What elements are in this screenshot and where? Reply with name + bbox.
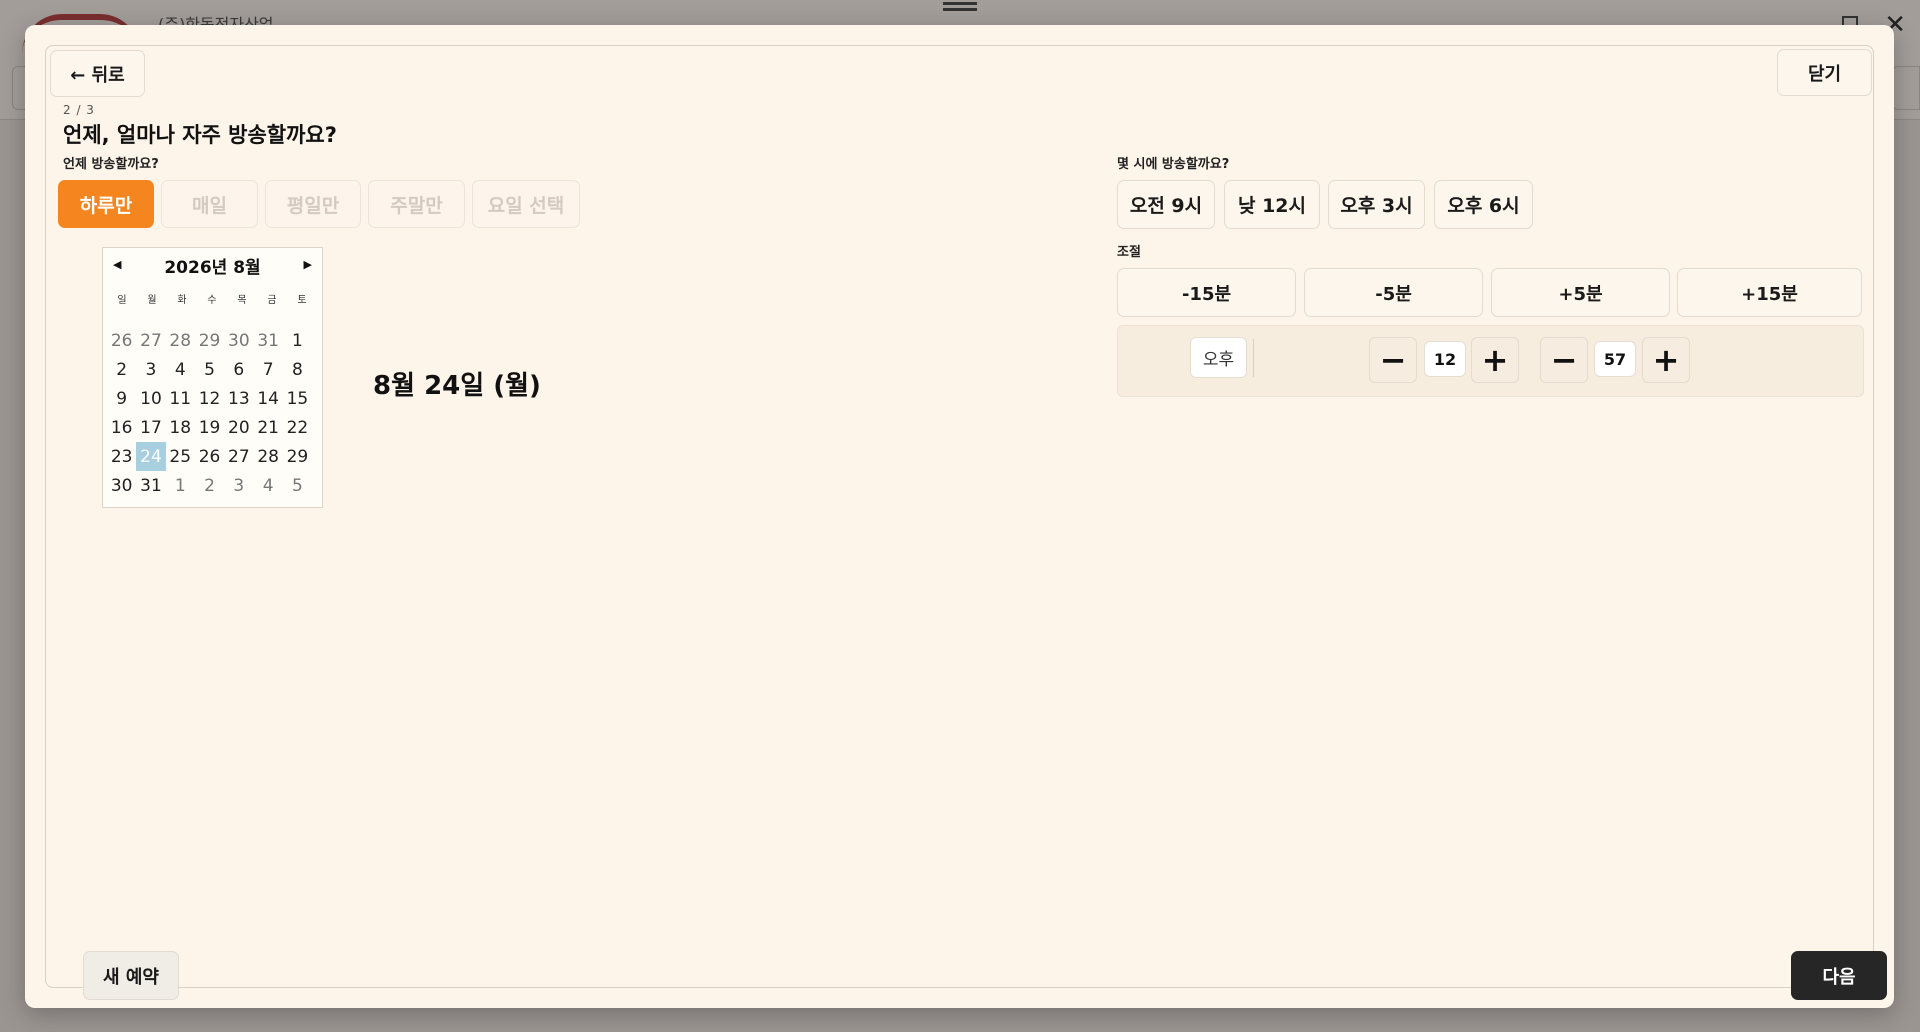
- hour-increment-button[interactable]: +: [1471, 337, 1519, 383]
- calendar-day-other-month[interactable]: 27: [136, 326, 165, 355]
- calendar-day[interactable]: 7: [253, 355, 282, 384]
- hour-field[interactable]: 12: [1424, 341, 1466, 377]
- calendar-day-other-month[interactable]: 3: [224, 471, 253, 500]
- ampm-toggle[interactable]: 오후: [1190, 337, 1247, 378]
- weekday-label: 토: [297, 295, 307, 306]
- calendar-day[interactable]: 14: [253, 384, 282, 413]
- back-button[interactable]: ← 뒤로: [50, 50, 145, 97]
- calendar-day[interactable]: 15: [283, 384, 312, 413]
- calendar-day[interactable]: 11: [166, 384, 195, 413]
- page-title: 언제, 얼마나 자주 방송할까요?: [63, 123, 337, 147]
- calendar-day[interactable]: 19: [195, 413, 224, 442]
- minute-decrement-button[interactable]: −: [1540, 337, 1588, 383]
- close-button[interactable]: 닫기: [1777, 49, 1872, 96]
- calendar-day[interactable]: 6: [224, 355, 253, 384]
- calendar-day[interactable]: 23: [107, 442, 136, 471]
- calendar-day[interactable]: 1: [283, 326, 312, 355]
- weekday-label: 금: [267, 295, 277, 306]
- calendar-day-other-month[interactable]: 29: [195, 326, 224, 355]
- date-calendar: ◀ 2026년 8월 ▶ 일월화수목금토 26 27 28 29 30 31 1 2 3 4 5 6 7…: [102, 247, 323, 508]
- adjust-label: 조절: [1117, 245, 1141, 260]
- hour-decrement-button[interactable]: −: [1369, 337, 1417, 383]
- calendar-day[interactable]: 12: [195, 384, 224, 413]
- calendar-day-other-month[interactable]: 30: [224, 326, 253, 355]
- calendar-day[interactable]: 18: [166, 413, 195, 442]
- toolbar-right-button: [1892, 66, 1920, 110]
- calendar-day-other-month[interactable]: 2: [195, 471, 224, 500]
- calendar-day[interactable]: 8: [283, 355, 312, 384]
- calendar-day[interactable]: 22: [283, 413, 312, 442]
- calendar-day[interactable]: 29: [283, 442, 312, 471]
- time-divider: [1253, 339, 1254, 377]
- calendar-day-other-month[interactable]: 26: [107, 326, 136, 355]
- calendar-day[interactable]: 17: [136, 413, 165, 442]
- calendar-day[interactable]: 4: [166, 355, 195, 384]
- adjust-minus-15-button[interactable]: -15분: [1117, 268, 1296, 317]
- adjust-plus-15-button[interactable]: +15분: [1677, 268, 1862, 317]
- calendar-day[interactable]: 20: [224, 413, 253, 442]
- calendar-day[interactable]: 5: [195, 355, 224, 384]
- frequency-weekdays-button[interactable]: 평일만: [265, 180, 361, 228]
- minute-field[interactable]: 57: [1594, 341, 1636, 377]
- step-indicator: 2 / 3: [63, 103, 95, 117]
- selected-date: 8월 24일 (월): [373, 371, 541, 401]
- calendar-day[interactable]: 2: [107, 355, 136, 384]
- calendar-day[interactable]: 3: [136, 355, 165, 384]
- calendar-day[interactable]: 9: [107, 384, 136, 413]
- frequency-weekends-button[interactable]: 주말만: [368, 180, 465, 228]
- frequency-custom-days-button[interactable]: 요일 선택: [472, 180, 580, 228]
- calendar-day-other-month[interactable]: 5: [283, 471, 312, 500]
- new-reservation-button[interactable]: 새 예약: [83, 951, 179, 1000]
- calendar-day[interactable]: 27: [224, 442, 253, 471]
- frequency-once-button[interactable]: 하루만: [58, 180, 154, 228]
- calendar-day[interactable]: 16: [107, 413, 136, 442]
- next-month-icon[interactable]: ▶: [304, 258, 312, 271]
- calendar-day-other-month[interactable]: 28: [166, 326, 195, 355]
- calendar-day-other-month[interactable]: 4: [253, 471, 282, 500]
- calendar-day[interactable]: 28: [253, 442, 282, 471]
- calendar-day[interactable]: 25: [166, 442, 195, 471]
- next-button[interactable]: 다음: [1791, 951, 1887, 1000]
- weekday-label: 목: [237, 295, 247, 306]
- minute-increment-button[interactable]: +: [1642, 337, 1690, 383]
- calendar-day-grid: 26 27 28 29 30 31 1 2 3 4 5 6 7 8 9 10 11 12 13 14 15 16 17 18 1…: [107, 326, 318, 500]
- time-preset-9am[interactable]: 오전 9시: [1117, 180, 1215, 229]
- drag-handle-icon: [943, 2, 977, 11]
- time-preset-6pm[interactable]: 오후 6시: [1434, 180, 1533, 229]
- calendar-day[interactable]: 10: [136, 384, 165, 413]
- calendar-day[interactable]: 13: [224, 384, 253, 413]
- calendar-day[interactable]: 26: [195, 442, 224, 471]
- calendar-weekday-header: 일월화수목금토: [107, 291, 318, 306]
- weekday-label: 화: [177, 295, 187, 306]
- calendar-month-title: 2026년 8월: [164, 258, 261, 278]
- calendar-day[interactable]: 21: [253, 413, 282, 442]
- weekday-label: 수: [207, 295, 217, 306]
- calendar-day[interactable]: 30: [107, 471, 136, 500]
- adjust-minus-5-button[interactable]: -5분: [1304, 268, 1483, 317]
- time-preset-12pm[interactable]: 낮 12시: [1224, 180, 1320, 229]
- calendar-day-other-month[interactable]: 31: [253, 326, 282, 355]
- weekday-label: 월: [147, 295, 157, 306]
- schedule-modal: ← 뒤로 닫기 2 / 3 언제, 얼마나 자주 방송할까요? 언제 방송할까요…: [25, 25, 1894, 1008]
- frequency-daily-button[interactable]: 매일: [161, 180, 258, 228]
- time-label: 몇 시에 방송할까요?: [1117, 157, 1230, 172]
- calendar-day[interactable]: 31: [136, 471, 165, 500]
- calendar-day[interactable]: 24: [136, 442, 166, 471]
- time-preset-3pm[interactable]: 오후 3시: [1328, 180, 1425, 229]
- calendar-day-other-month[interactable]: 1: [166, 471, 195, 500]
- adjust-plus-5-button[interactable]: +5분: [1491, 268, 1670, 317]
- when-label: 언제 방송할까요?: [63, 157, 159, 172]
- weekday-label: 일: [117, 295, 127, 306]
